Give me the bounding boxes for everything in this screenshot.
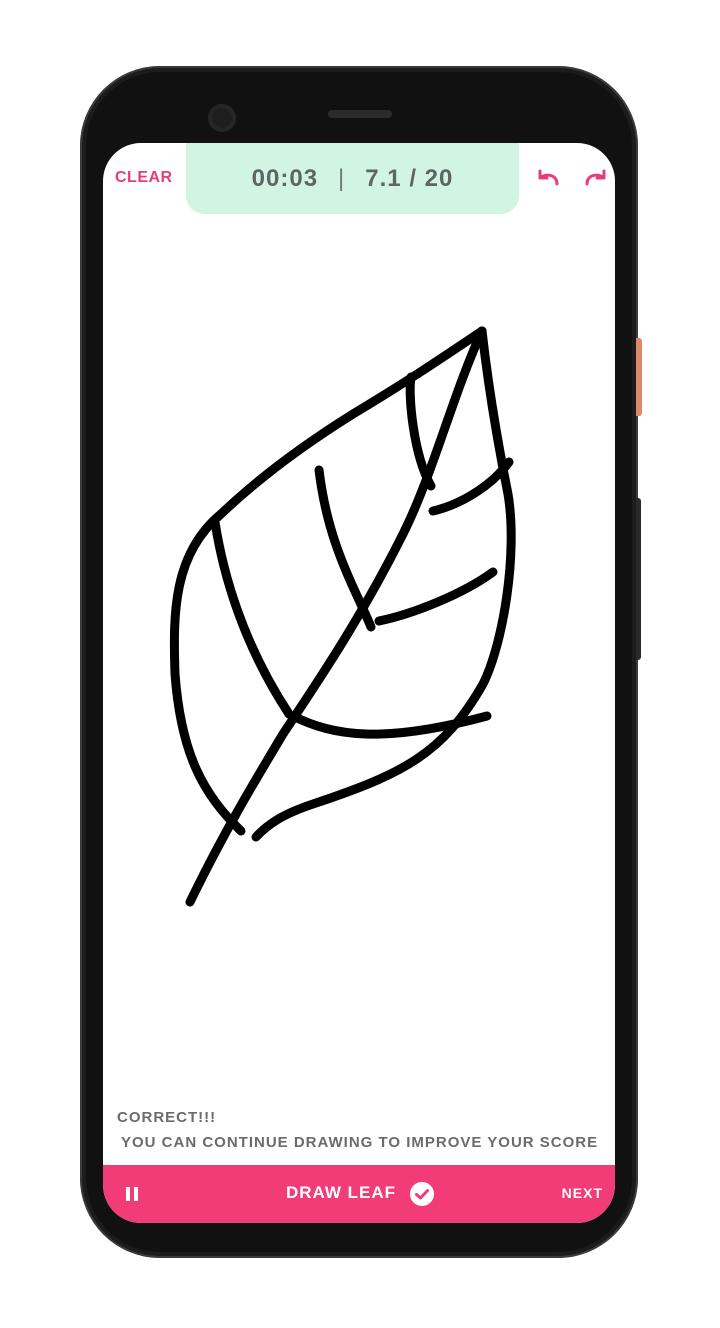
feedback-message: YOU CAN CONTINUE DRAWING TO IMPROVE YOUR… <box>121 1134 599 1151</box>
power-button <box>636 338 642 416</box>
bottom-bar: DRAW LEAF NEXT <box>103 1165 615 1223</box>
redo-button[interactable] <box>581 167 609 189</box>
undo-arrow-icon <box>538 169 559 186</box>
app-screen: CLEAR 00:03 | 7.1 / 20 CORRECT!!! YOU CA… <box>103 143 615 1223</box>
score: 7.1 / 20 <box>365 164 454 192</box>
pause-button[interactable] <box>123 1185 143 1203</box>
timer: 00:03 <box>251 164 319 192</box>
front-camera <box>208 104 236 132</box>
leaf-drawing <box>169 326 516 907</box>
drawing-canvas[interactable] <box>103 214 615 1094</box>
undo-button[interactable] <box>535 167 563 189</box>
status-pill: 00:03 | 7.1 / 20 <box>186 143 519 214</box>
redo-arrow-icon <box>585 169 606 186</box>
status-separator: | <box>338 164 346 192</box>
clear-button[interactable]: CLEAR <box>115 169 173 187</box>
feedback-title: CORRECT!!! <box>117 1109 217 1126</box>
earpiece-speaker <box>328 110 392 118</box>
task-label: DRAW LEAF <box>286 1183 397 1202</box>
next-button[interactable]: NEXT <box>562 1185 603 1201</box>
pause-icon <box>126 1187 138 1201</box>
check-circle-icon <box>410 1182 434 1206</box>
volume-button <box>636 498 641 660</box>
